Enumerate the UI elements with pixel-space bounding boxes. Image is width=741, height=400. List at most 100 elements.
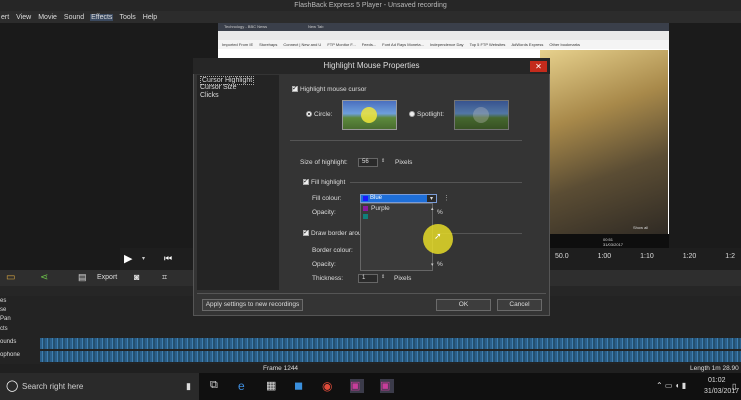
edge-icon[interactable]: e <box>238 379 252 393</box>
bookmark: Top 5 FTP Websites <box>469 42 506 47</box>
browser-address-bar <box>218 31 669 40</box>
nav-cursor-size[interactable]: Cursor Size <box>200 84 237 91</box>
window-title: FlashBack Express 5 Player - Unsaved rec… <box>0 0 741 11</box>
ok-button[interactable]: OK <box>436 299 491 311</box>
menu-item-insert[interactable]: ert <box>0 14 10 21</box>
cancel-button[interactable]: Cancel <box>497 299 542 311</box>
track-label: se <box>0 307 7 313</box>
menu-item-movie[interactable]: Movie <box>37 14 58 21</box>
bookmark: Other bookmarks <box>549 42 581 47</box>
apply-settings-button[interactable]: Apply settings to new recordings <box>202 299 303 311</box>
dropdown-selected-value[interactable]: Blue <box>361 195 427 202</box>
scroll-up-icon[interactable]: ▴ <box>431 206 434 212</box>
length-readout: Length 1m 28.90 <box>690 365 739 372</box>
audio-track-sounds[interactable] <box>40 338 741 349</box>
purple-swatch <box>363 206 368 211</box>
dialog-title: Highlight Mouse Properties <box>193 58 550 74</box>
custom-colour-icon[interactable]: ⋮ <box>443 194 450 202</box>
fill-highlight-checkbox[interactable] <box>303 177 309 185</box>
bookmark: Feeds... <box>361 42 377 47</box>
file-explorer-icon[interactable]: ▦ <box>266 379 280 393</box>
track-label: cts <box>0 326 8 332</box>
spotlight-preview-image <box>454 100 509 130</box>
close-icon[interactable]: ✕ <box>530 61 547 72</box>
spotlight-radio[interactable] <box>409 111 415 117</box>
border-label: Draw border arou <box>311 230 362 237</box>
export-button[interactable]: Export <box>97 274 117 281</box>
mouse-highlight-circle: ➚ <box>423 224 453 254</box>
circle-radio[interactable] <box>306 111 312 117</box>
chevron-down-icon[interactable]: ▾ <box>142 255 145 262</box>
share-icon[interactable]: ⋖ <box>40 272 48 283</box>
opacity-suffix: % <box>437 209 443 216</box>
fill-highlight-label: Fill highlight <box>311 179 346 186</box>
store-icon[interactable]: ◼ <box>294 379 308 393</box>
spotlight-label: Spotlight: <box>417 111 445 118</box>
opacity2-label: Opacity: <box>312 261 336 268</box>
dropdown-option-purple[interactable]: Purple <box>371 205 390 212</box>
size-label: Size of highlight: <box>300 159 348 166</box>
ruler-tick: 1:00 <box>597 253 612 260</box>
frame-counter: Frame 1244 <box>263 365 299 372</box>
nav-clicks[interactable]: Clicks <box>200 92 219 99</box>
flashback-player-icon[interactable]: ▣ <box>380 379 394 393</box>
taskbar-search-box[interactable]: ◯ Search right here ▮ <box>0 373 199 400</box>
camera-icon[interactable]: ◙ <box>134 272 139 282</box>
clock-time[interactable]: 01:02 <box>708 377 726 384</box>
border-checkbox[interactable] <box>303 228 309 236</box>
thickness-label: Thickness: <box>312 275 344 282</box>
task-view-icon[interactable]: ⧉ <box>210 379 224 393</box>
scroll-down-icon[interactable]: ▾ <box>431 262 434 268</box>
size-unit: Pixels <box>395 159 413 166</box>
crop-icon[interactable]: ⌗ <box>162 272 167 283</box>
divider <box>290 140 522 141</box>
divider <box>197 293 546 294</box>
ruler-tick: 1:10 <box>640 253 654 260</box>
menu-item-effects[interactable]: Effects <box>90 13 114 21</box>
windows-start-icon[interactable]: ◯ <box>6 379 18 392</box>
folder-icon[interactable]: ▭ <box>6 272 15 283</box>
show-all-link: Show all <box>633 225 649 230</box>
bookmark: FTP Monitor F... <box>327 42 356 47</box>
menu-bar: ert View Movie Sound Effects Tools Help <box>0 11 741 23</box>
highlight-cursor-checkbox[interactable] <box>292 84 298 92</box>
flashback-recorder-icon[interactable]: ▣ <box>350 379 364 393</box>
movie-poster-image <box>540 50 668 235</box>
size-stepper-icon[interactable]: ⇕ <box>381 158 385 164</box>
menu-item-tools[interactable]: Tools <box>118 14 136 21</box>
bookmark: Font Ad Rays Moneta... <box>382 42 424 47</box>
play-icon[interactable]: ▶ <box>124 252 132 265</box>
chevron-down-icon[interactable]: ▾ <box>430 195 433 202</box>
film-icon[interactable]: ▤ <box>78 272 87 283</box>
circle-preview-image <box>342 100 397 130</box>
menu-item-help[interactable]: Help <box>142 14 158 21</box>
ruler-tick: 50.0 <box>555 253 569 260</box>
ruler-tick: 1:2 <box>725 253 735 260</box>
blue-swatch <box>363 196 368 201</box>
teal-swatch <box>363 214 368 219</box>
microphone-icon[interactable]: ▮ <box>186 381 191 392</box>
browser-tab-new: New Tab <box>308 24 324 29</box>
left-pane <box>0 23 120 270</box>
fill-colour-label: Fill colour: <box>312 195 342 202</box>
bookmark: Imported From IE <box>222 42 254 47</box>
bookmark: AdWords Express <box>511 42 544 47</box>
circle-label: Circle: <box>314 111 333 118</box>
skip-start-icon[interactable]: ⏮ <box>164 253 172 264</box>
highlight-cursor-label: Highlight mouse cursor <box>300 86 367 93</box>
browser-tab-strip: Technology - BBC News New Tab <box>218 23 669 31</box>
audio-track-microphone[interactable] <box>40 351 741 362</box>
menu-item-view[interactable]: View <box>15 14 32 21</box>
system-tray-icons[interactable]: ⌃ ▭ ◖ ▮ <box>656 381 686 390</box>
browser-tab: Technology - BBC News <box>224 24 268 29</box>
thickness-input[interactable]: 1 <box>358 274 378 283</box>
ruler-tick: 1:20 <box>682 253 697 260</box>
menu-item-sound[interactable]: Sound <box>63 14 85 21</box>
highlight-circle-preview <box>361 107 377 123</box>
thickness-stepper-icon[interactable]: ⇕ <box>381 274 385 280</box>
chrome-icon[interactable]: ◉ <box>322 379 336 393</box>
time-ruler: 50.0 1:00 1:10 1:20 1:2 <box>555 253 741 263</box>
size-input[interactable]: 56 <box>358 158 378 167</box>
browser-bookmarks-bar: Imported From IE Storehaps Connect | New… <box>218 40 669 49</box>
notification-icon[interactable]: ▯ <box>732 382 736 391</box>
